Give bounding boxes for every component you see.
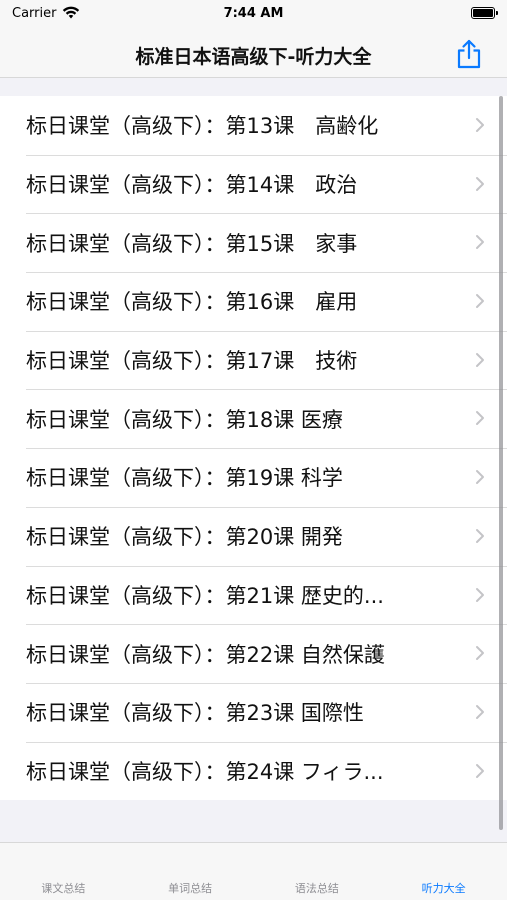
chevron-right-icon	[476, 528, 484, 543]
chevron-right-icon	[476, 352, 484, 367]
list-item-label: 标日课堂（高级下）：第21课 歴史的...	[26, 583, 384, 608]
chevron-right-icon	[476, 646, 484, 661]
tab-label: 单词总结	[168, 882, 213, 895]
list-item[interactable]: 标日课堂（高级下）：第22课 自然保護	[0, 624, 507, 683]
scroll-indicator[interactable]	[499, 96, 503, 830]
list-item[interactable]: 标日课堂（高级下）：第17课 技術	[0, 330, 507, 390]
share-button[interactable]	[451, 36, 487, 72]
tab-4[interactable]: 听力大全	[380, 843, 507, 900]
list-item[interactable]: 标日课堂（高级下）：第20课 開発	[0, 506, 507, 566]
list-item-label: 标日课堂（高级下）：第17课 技術	[26, 349, 358, 374]
navigation-bar: 标准日本语高级下-听力大全	[0, 30, 507, 78]
status-time: 7:44 AM	[223, 6, 284, 21]
list-item[interactable]: 标日课堂（高级下）：第19课 科学	[0, 448, 507, 507]
list-item-label: 标日课堂（高级下）：第20课 開発	[26, 525, 343, 550]
chevron-right-icon	[476, 294, 484, 309]
tab-3[interactable]: 语法总结	[254, 843, 381, 900]
list-item-label: 标日课堂（高级下）：第16课 雇用	[26, 290, 358, 315]
page-title: 标准日本语高级下-听力大全	[135, 46, 372, 68]
list-item-label: 标日课堂（高级下）：第24课 フィラ...	[26, 759, 384, 784]
tab-label: 听力大全	[421, 882, 466, 895]
list-item-label: 标日课堂（高级下）：第19课 科学	[26, 466, 343, 491]
share-icon	[457, 39, 481, 69]
chevron-right-icon	[476, 763, 484, 778]
tab-bar: 课文总结 单词总结 语法总结 听力大全	[0, 842, 507, 900]
status-bar: Carrier 7:44 AM	[0, 0, 507, 30]
chevron-right-icon	[476, 118, 484, 132]
list-item-label: 标日课堂（高级下）：第23课 国際性	[26, 701, 364, 726]
chevron-right-icon	[476, 587, 484, 602]
list-item[interactable]: 标日课堂（高级下）：第16课 雇用	[0, 272, 507, 331]
list-item[interactable]: 标日课堂（高级下）：第21课 歴史的...	[0, 565, 507, 625]
list-item[interactable]: 标日课堂（高级下）：第13课 高齢化	[0, 96, 507, 155]
list-item-label: 标日课堂（高级下）：第13课 高齢化	[26, 114, 379, 139]
list-item[interactable]: 标日课堂（高级下）：第15课 家事	[0, 213, 507, 272]
tab-label: 语法总结	[294, 882, 339, 895]
battery-icon	[471, 7, 498, 19]
list-item[interactable]: 标日课堂（高级下）：第18课 医療	[0, 389, 507, 448]
list-item[interactable]: 标日课堂（高级下）：第24课 フィラ...	[0, 741, 507, 801]
tab-label: 课文总结	[41, 882, 86, 895]
tab-2[interactable]: 单词总结	[127, 843, 254, 900]
chevron-right-icon	[476, 470, 484, 485]
list-item-label: 标日课堂（高级下）：第22课 自然保護	[26, 642, 385, 667]
chevron-right-icon	[476, 411, 484, 426]
list-item-label: 标日课堂（高级下）：第14课 政治	[26, 173, 358, 198]
chevron-right-icon	[476, 704, 484, 719]
list-item-label: 标日课堂（高级下）：第15课 家事	[26, 231, 358, 256]
list-item[interactable]: 标日课堂（高级下）：第14课 政治	[0, 154, 507, 214]
list-item-label: 标日课堂（高级下）：第18课 医療	[26, 407, 343, 432]
chevron-right-icon	[476, 235, 484, 250]
list-item[interactable]: 标日课堂（高级下）：第23课 国際性	[0, 682, 507, 742]
tab-1[interactable]: 课文总结	[0, 843, 127, 900]
chevron-right-icon	[476, 176, 484, 191]
lesson-list: 标日课堂（高级下）：第13课 高齢化 标日课堂（高级下）：第14课 政治 标日课堂（…	[0, 96, 507, 801]
